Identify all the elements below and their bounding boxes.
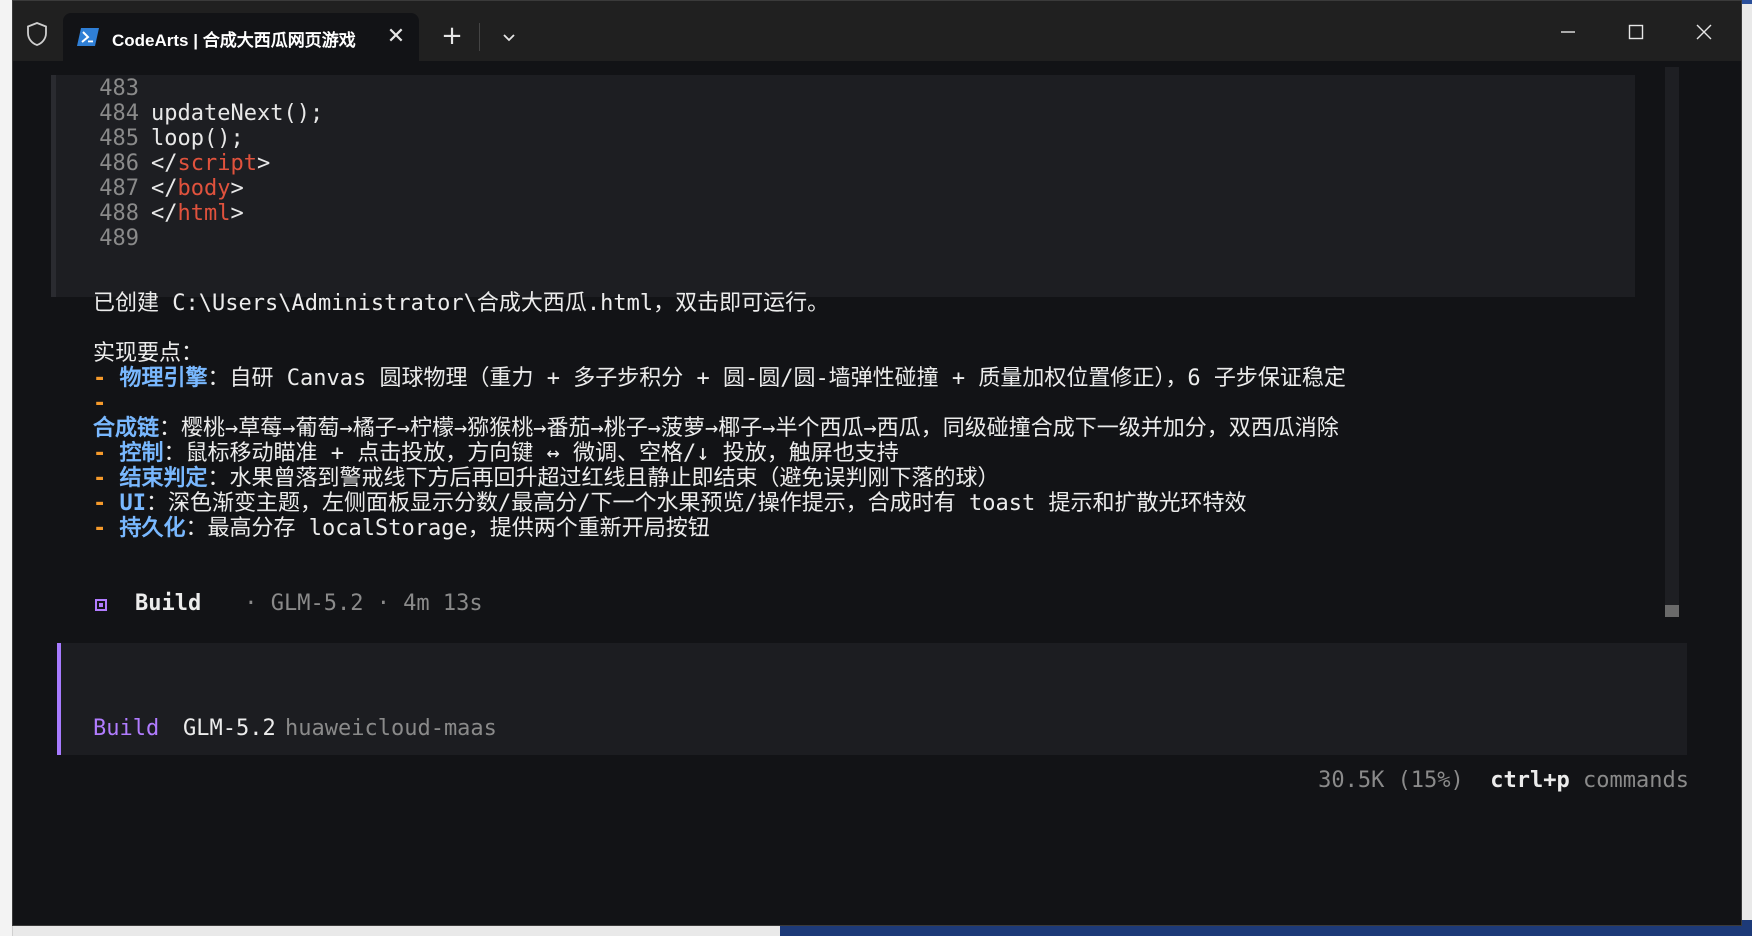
new-tab-button[interactable]: +: [439, 23, 465, 49]
status-bar: 30.5K (15%) ctrl+p commands: [1318, 768, 1689, 793]
build-status-icon: [95, 599, 107, 611]
code-line: 487 </body>: [99, 176, 244, 201]
tab-title: CodeArts | 合成大西瓜网页游戏: [112, 31, 356, 50]
list-item: 合成链：樱桃→草莓→葡萄→橘子→柠檬→猕猴桃→番茄→桃子→菠萝→椰子→半个西瓜→…: [93, 416, 1339, 441]
points-heading: 实现要点：: [93, 341, 204, 366]
code-line: 489: [99, 226, 139, 251]
input-mode-label[interactable]: Build: [93, 715, 159, 743]
input-provider-label: huaweicloud-maas: [285, 716, 497, 741]
code-line: 484 updateNext();: [99, 101, 324, 126]
terminal-window: CodeArts | 合成大西瓜网页游戏 ✕ + 483 484 updateNe…: [12, 0, 1742, 926]
close-window-icon[interactable]: [1689, 17, 1719, 47]
title-bar: CodeArts | 合成大西瓜网页游戏 ✕ +: [13, 1, 1741, 61]
scrollbar-track[interactable]: [1665, 67, 1679, 615]
tab-codearts[interactable]: CodeArts | 合成大西瓜网页游戏 ✕: [63, 13, 419, 61]
list-item: - 持久化：最高分存 localStorage，提供两个重新开局按钮: [93, 516, 710, 541]
list-item: - 结束判定：水果曾落到警戒线下方后再回升超过红线且静止即结束（避免误判刚下落的…: [93, 466, 1000, 491]
scrollbar-thumb[interactable]: [1665, 605, 1679, 617]
tab-close-icon[interactable]: ✕: [383, 23, 409, 49]
created-message: 已创建 C:\Users\Administrator\合成大西瓜.html，双击…: [93, 291, 830, 316]
powershell-icon: [77, 28, 99, 46]
list-item: -: [93, 391, 120, 416]
code-line: 485 loop();: [99, 126, 244, 151]
code-line: 488 </html>: [99, 201, 244, 226]
code-block-gutter: [51, 75, 56, 297]
shield-icon: [27, 22, 47, 46]
list-item: - UI：深色渐变主题，左侧面板显示分数/最高分/下一个水果预览/操作提示，合成…: [93, 491, 1247, 516]
build-meta: · GLM-5.2 · 4m 13s: [231, 591, 483, 616]
terminal-content[interactable]: 483 484 updateNext(); 485 loop(); 486 </scr…: [13, 61, 1741, 925]
list-item: - 控制：鼠标移动瞄准 + 点击投放，方向键 ↔ 微调、空格/↓ 投放，触屏也支…: [93, 441, 899, 466]
list-item: - 物理引擎：自研 Canvas 圆球物理（重力 + 多子步积分 + 圆-圆/圆…: [93, 366, 1346, 391]
code-line: 483: [99, 76, 139, 101]
code-line: 486 </script>: [99, 151, 271, 176]
tab-divider: [479, 23, 480, 51]
chevron-down-icon[interactable]: [497, 25, 521, 49]
input-model-label[interactable]: GLM-5.2: [183, 715, 276, 743]
build-label: Build: [135, 591, 202, 616]
minimize-icon[interactable]: [1553, 17, 1583, 47]
maximize-icon[interactable]: [1621, 17, 1651, 47]
